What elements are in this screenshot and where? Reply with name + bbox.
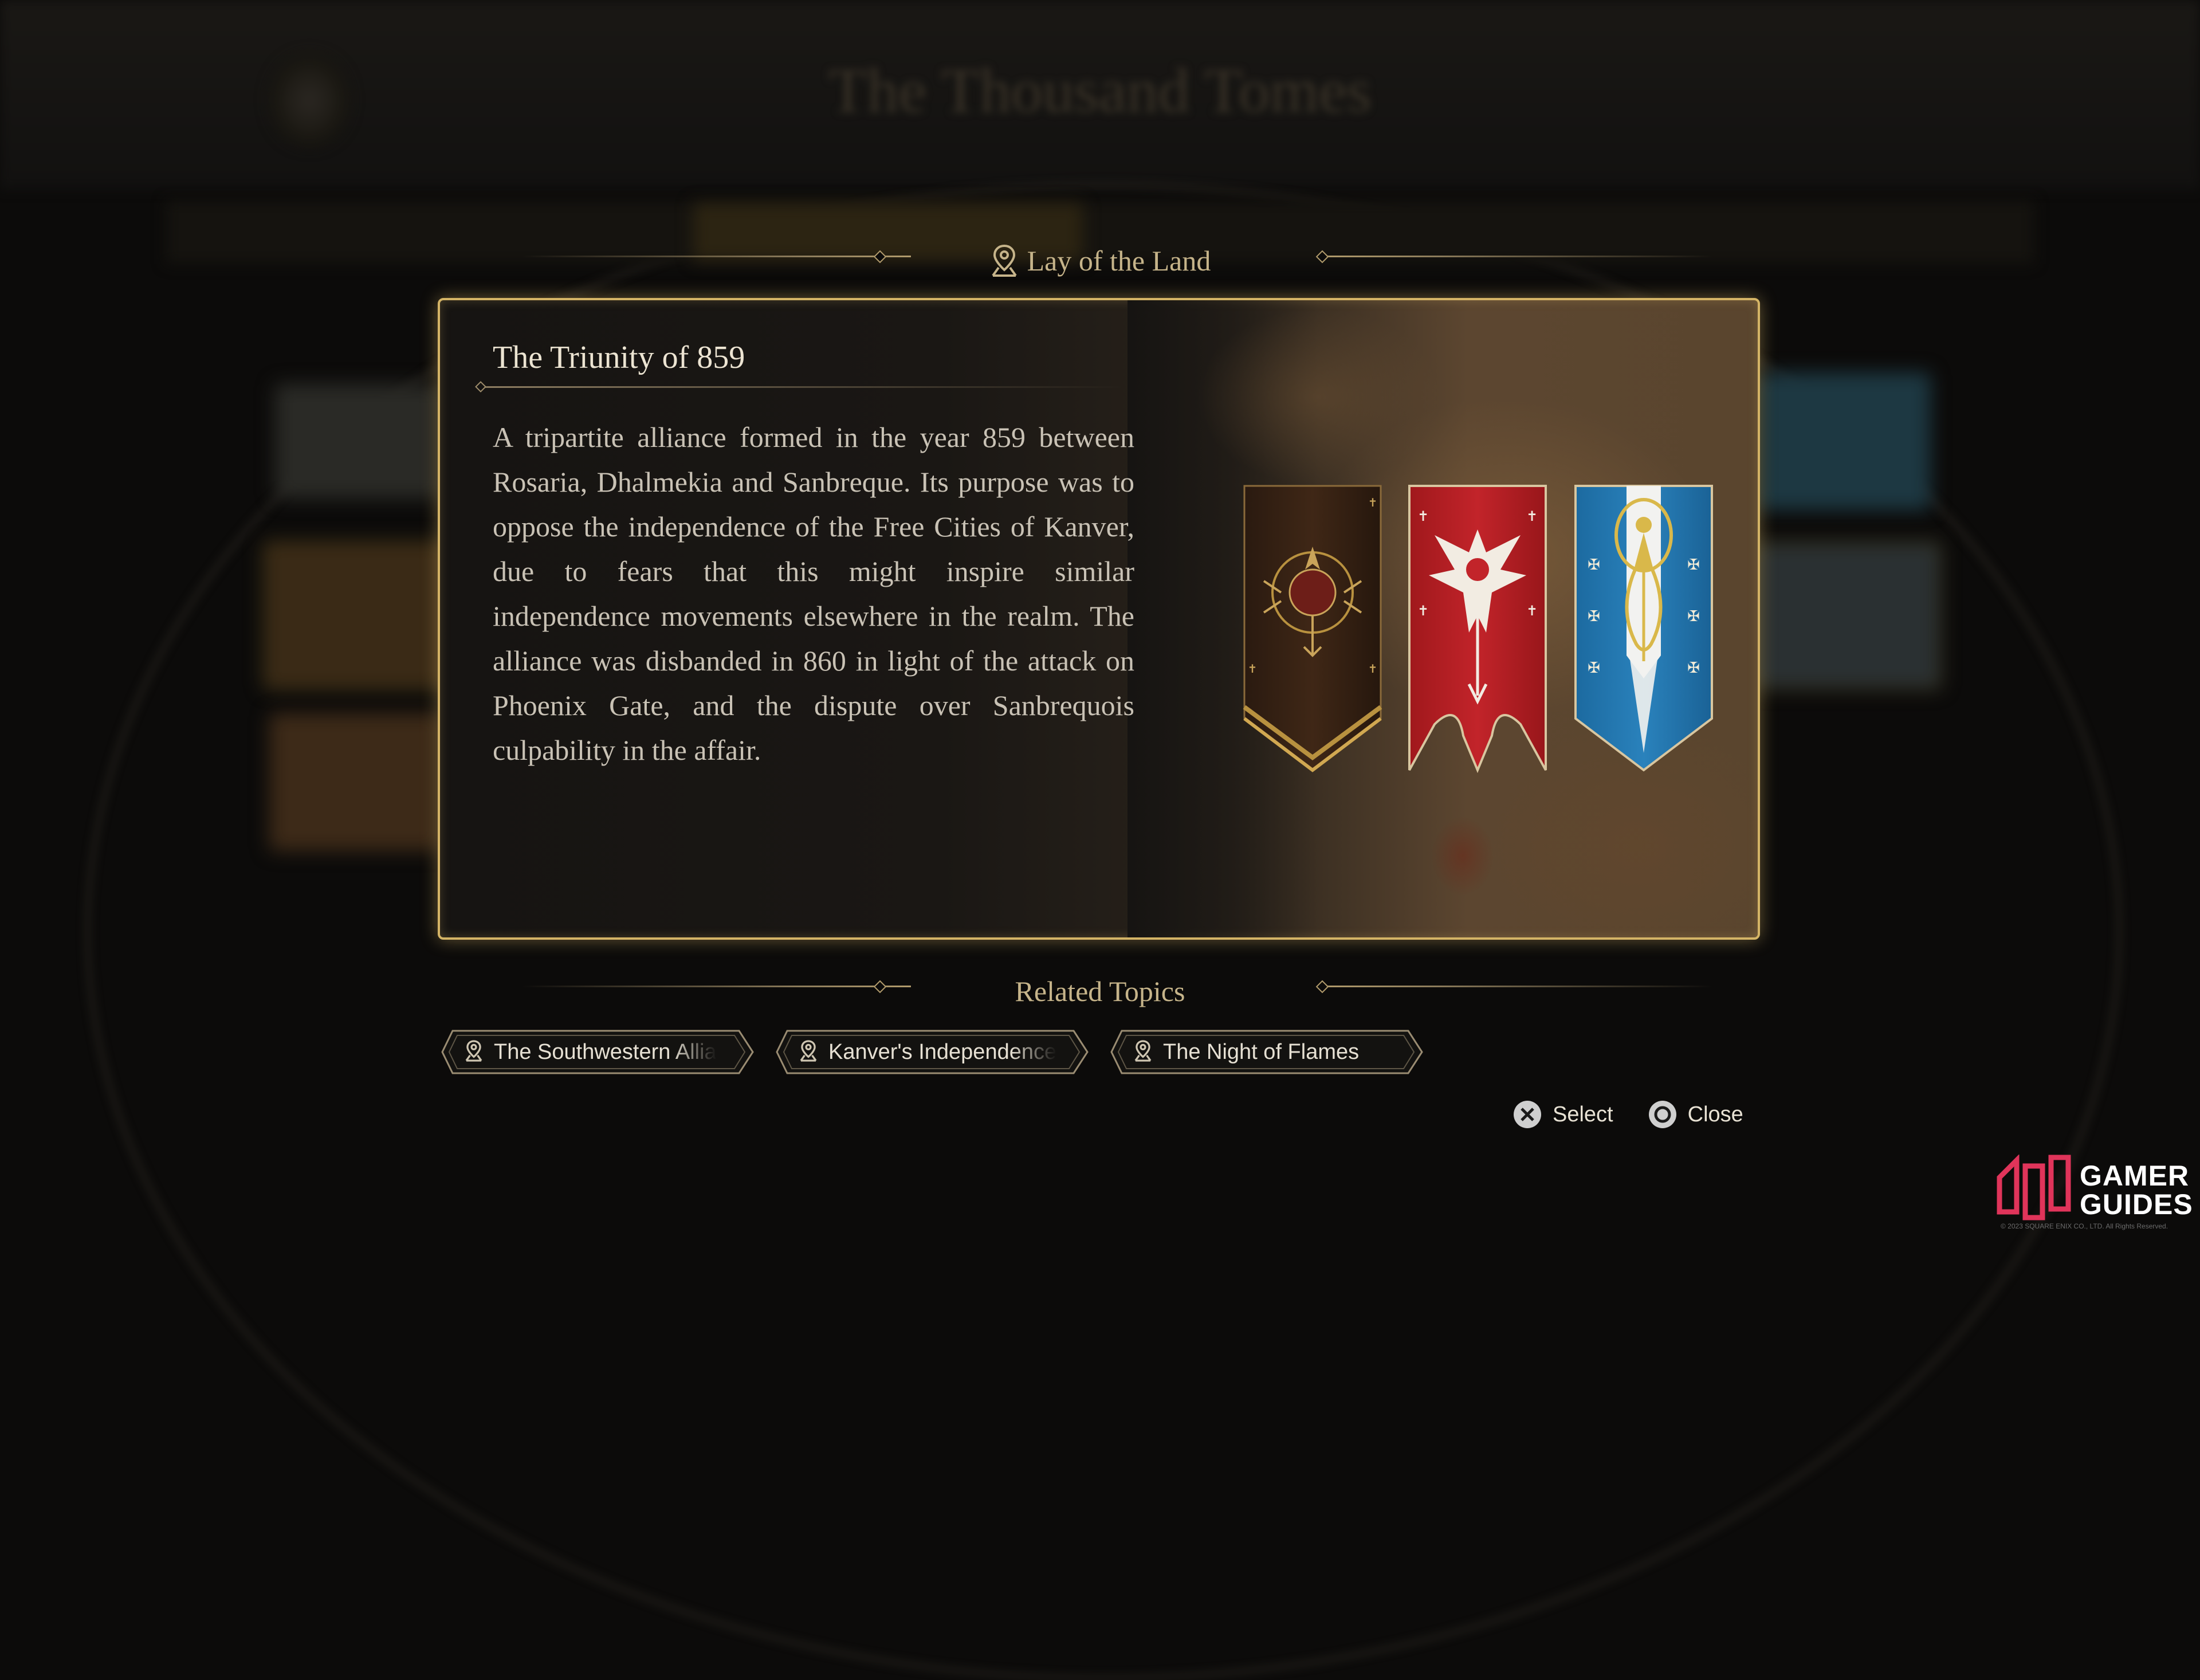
header-rule-right bbox=[1323, 256, 1713, 257]
svg-text:✝: ✝ bbox=[1248, 663, 1258, 676]
header-diamond-left bbox=[873, 250, 887, 264]
svg-text:✠: ✠ bbox=[1687, 660, 1700, 676]
map-pin-icon bbox=[464, 1039, 484, 1066]
select-prompt[interactable]: Select bbox=[1512, 1100, 1613, 1129]
related-topics-header: Related Topics bbox=[441, 963, 1759, 1020]
entry-body: A tripartite alliance formed in the year… bbox=[493, 421, 1134, 766]
related-topic-label: The Southwestern Allia bbox=[494, 1039, 717, 1064]
svg-text:✠: ✠ bbox=[1687, 608, 1700, 625]
copyright-text: © 2023 SQUARE ENIX CO., LTD. All Rights … bbox=[2001, 1222, 2168, 1230]
background-thumbnail bbox=[269, 713, 441, 851]
close-label: Close bbox=[1687, 1102, 1743, 1126]
cross-button-icon bbox=[1512, 1100, 1542, 1129]
svg-text:✝: ✝ bbox=[1417, 509, 1429, 524]
gamer-guides-watermark: GAMER GUIDES © 2023 SQUARE ENIX CO., LTD… bbox=[1994, 1154, 2193, 1235]
close-prompt[interactable]: Close bbox=[1648, 1100, 1743, 1129]
watermark-line2: GUIDES bbox=[2080, 1188, 2193, 1220]
background-title: The Thousand Tomes bbox=[828, 56, 1372, 125]
related-topic-label: Kanver's Independence bbox=[828, 1039, 1055, 1064]
section-label-text: Lay of the Land bbox=[1027, 245, 1211, 277]
related-diamond-right bbox=[1315, 980, 1329, 994]
svg-text:✠: ✠ bbox=[1588, 608, 1600, 625]
related-topic-kanvers-independence[interactable]: Kanver's Independence bbox=[776, 1029, 1090, 1075]
section-header: Lay of the Land bbox=[441, 229, 1759, 292]
watermark-brand: GAMER GUIDES bbox=[2080, 1161, 2193, 1219]
related-topic-night-of-flames[interactable]: The Night of Flames bbox=[1110, 1029, 1424, 1075]
related-topics-label: Related Topics bbox=[1015, 975, 1185, 1007]
svg-text:✠: ✠ bbox=[1588, 556, 1600, 573]
background-thumbnail bbox=[264, 541, 451, 689]
title-diamond bbox=[475, 381, 486, 392]
circle-button-icon bbox=[1648, 1100, 1678, 1129]
background-thumbnail bbox=[1753, 541, 1941, 689]
button-prompts: Select Close bbox=[1512, 1097, 1743, 1132]
watermark-line1: GAMER bbox=[2080, 1160, 2190, 1192]
header-diamond-right bbox=[1315, 250, 1329, 264]
related-diamond-left bbox=[873, 980, 887, 994]
header-rule-left bbox=[521, 256, 911, 257]
svg-text:✠: ✠ bbox=[1687, 556, 1700, 573]
map-pin-icon bbox=[989, 244, 1019, 278]
entry-panel: The Triunity of 859 A tripartite allianc… bbox=[438, 298, 1760, 940]
map-pin-icon bbox=[799, 1039, 818, 1066]
related-topic-southwestern-alliance[interactable]: The Southwestern Allia bbox=[441, 1029, 755, 1075]
related-topic-label: The Night of Flames bbox=[1163, 1039, 1360, 1064]
background-emblem-icon bbox=[269, 54, 349, 146]
related-rule-left bbox=[521, 986, 911, 987]
related-rule-right bbox=[1323, 986, 1713, 987]
select-label: Select bbox=[1553, 1102, 1613, 1126]
svg-text:✝: ✝ bbox=[1417, 604, 1429, 619]
gamer-guides-logo-icon bbox=[1997, 1154, 2071, 1220]
map-marker bbox=[1431, 816, 1494, 896]
title-rule bbox=[481, 386, 1123, 388]
rosaria-banner-icon: ✝ ✝ ✝ bbox=[1243, 485, 1382, 772]
background-thumbnail bbox=[275, 384, 441, 498]
sanbreque-banner-icon: ✝ ✝ ✝ ✝ bbox=[1408, 485, 1547, 774]
svg-text:✝: ✝ bbox=[1526, 604, 1538, 619]
map-pin-icon bbox=[1133, 1039, 1153, 1066]
svg-text:✠: ✠ bbox=[1588, 660, 1600, 676]
section-label: Lay of the Land bbox=[989, 244, 1211, 278]
background-thumbnail bbox=[1759, 372, 1931, 510]
svg-text:✝: ✝ bbox=[1368, 497, 1378, 509]
entry-title: The Triunity of 859 bbox=[493, 340, 745, 375]
svg-text:✝: ✝ bbox=[1368, 663, 1378, 676]
svg-text:✝: ✝ bbox=[1526, 509, 1538, 524]
dhalmekia-banner-icon: ✠ ✠ ✠ ✠ ✠ ✠ bbox=[1574, 485, 1713, 772]
